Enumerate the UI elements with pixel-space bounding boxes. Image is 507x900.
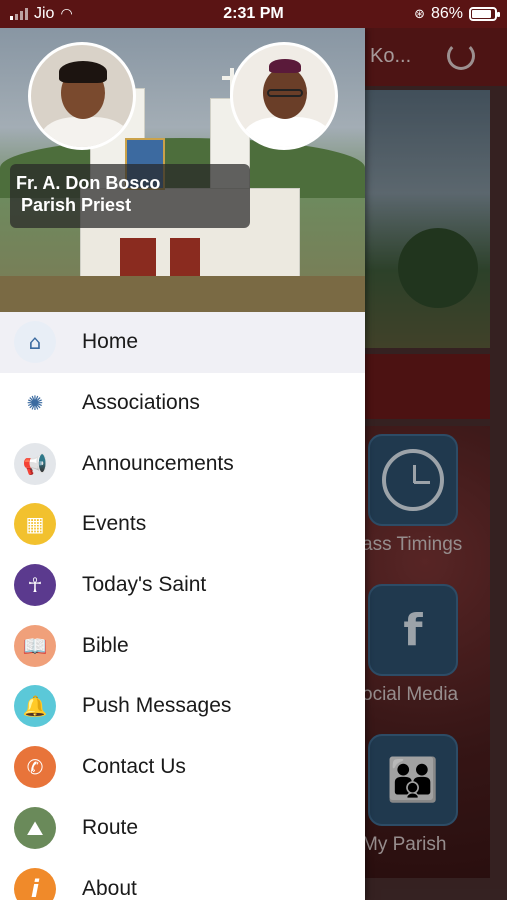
menu-item-today-s-saint[interactable]: ☥ Today's Saint <box>0 555 365 616</box>
menu-item-label: About <box>82 876 137 900</box>
drawer-menu: ⌂ Home ✺ Associations 📢 Announcements ▦ Events ☥… <box>0 312 365 900</box>
battery-percent: 86% <box>430 5 463 22</box>
associations-icon: ✺ <box>14 382 56 425</box>
bishop-avatar <box>230 42 338 150</box>
menu-item-route[interactable]: ⛰ Route <box>0 798 365 859</box>
menu-item-label: Route <box>82 815 139 839</box>
megaphone-icon: 📢 <box>14 442 56 485</box>
menu-item-contact-us[interactable]: ✆ Contact Us <box>0 737 365 798</box>
priest-name: Fr. A. Don Bosco <box>16 173 161 193</box>
menu-item-label: Bible <box>82 633 129 657</box>
menu-item-label: Announcements <box>82 451 234 475</box>
battery-icon <box>469 7 500 21</box>
battery-fill <box>472 10 491 18</box>
menu-item-events[interactable]: ▦ Events <box>0 494 365 555</box>
menu-item-label: Associations <box>82 391 200 415</box>
menu-item-label: Events <box>82 512 147 536</box>
calendar-icon: ▦ <box>14 503 56 546</box>
orientation-lock-icon: ⊛ <box>414 6 425 22</box>
status-right: ⊛ 86% <box>414 5 500 23</box>
bible-icon: 📖 <box>14 624 56 667</box>
priest-role: Parish Priest <box>21 195 132 215</box>
menu-item-home[interactable]: ⌂ Home <box>0 312 365 373</box>
menu-item-label: Contact Us <box>82 755 186 779</box>
drawer-header: Fr. A. Don Bosco Parish Priest <box>0 28 365 312</box>
priest-caption: Fr. A. Don Bosco Parish Priest <box>10 164 250 228</box>
navigation-drawer: Fr. A. Don Bosco Parish Priest ⌂ Home ✺ Ass… <box>0 28 365 900</box>
menu-item-associations[interactable]: ✺ Associations <box>0 373 365 434</box>
menu-item-label: Push Messages <box>82 694 232 718</box>
info-icon: i <box>14 867 56 900</box>
menu-item-label: Today's Saint <box>82 573 207 597</box>
app-screen: Jio ◠ 2:31 PM ⊛ 86% Ko... ass Timings f <box>0 0 507 900</box>
drawer-scrim[interactable] <box>365 28 507 900</box>
menu-item-announcements[interactable]: 📢 Announcements <box>0 433 365 494</box>
home-icon: ⌂ <box>14 321 56 364</box>
menu-item-push-messages[interactable]: 🔔 Push Messages <box>0 676 365 737</box>
bell-icon: 🔔 <box>14 685 56 728</box>
phone-icon: ✆ <box>14 746 56 789</box>
route-icon: ⛰ <box>14 806 56 849</box>
menu-item-label: Home <box>82 330 139 354</box>
ground-shape <box>0 276 365 312</box>
menu-item-bible[interactable]: 📖 Bible <box>0 615 365 676</box>
saint-icon: ☥ <box>14 564 56 607</box>
status-bar: Jio ◠ 2:31 PM ⊛ 86% <box>0 0 507 28</box>
priest-avatar <box>28 42 136 150</box>
menu-item-about[interactable]: i About <box>0 858 365 900</box>
